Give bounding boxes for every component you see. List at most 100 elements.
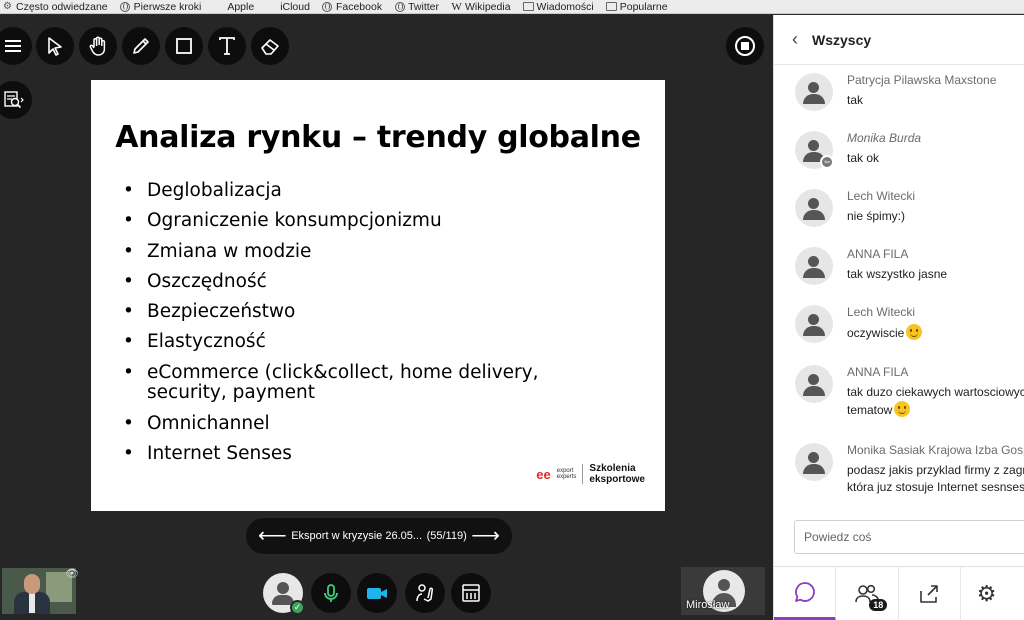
chat-bubble-icon bbox=[794, 582, 815, 602]
message-text: tak duzo ciekawych wartosciowych bbox=[847, 385, 1024, 399]
message-text: tematow bbox=[847, 403, 893, 417]
message-text-line2-row: tematow bbox=[847, 401, 1024, 419]
slide-bullet-list: Deglobalizacja Ograniczenie konsumpcjoni… bbox=[123, 180, 623, 474]
message-text-block: podasz jakis przyklad firmy z zagranicy k… bbox=[847, 462, 1024, 496]
chat-message-list[interactable]: Patrycja Pilawska Maxstone tak ⇦ Monika … bbox=[774, 67, 1024, 507]
slide-bullet: Internet Senses bbox=[123, 443, 623, 465]
shape-tool-button[interactable] bbox=[165, 27, 203, 65]
avatar bbox=[795, 305, 833, 343]
logo-divider bbox=[582, 464, 584, 484]
bookmark-czesto-odwiedzane[interactable]: ⚙ Często odwiedzane bbox=[2, 1, 108, 13]
chat-header: ‹ Wszyscy bbox=[774, 15, 1024, 65]
bookmark-wiadomosci[interactable]: Wiadomości bbox=[522, 1, 594, 13]
smiley-emoji-icon bbox=[894, 401, 911, 417]
slide-logo: ee export experts Szkolenia eksportowe bbox=[536, 463, 645, 485]
square-icon bbox=[176, 38, 192, 54]
slide-bullet: Oszczędność bbox=[123, 271, 623, 293]
share-icon bbox=[920, 585, 938, 603]
stop-icon bbox=[735, 36, 755, 56]
bookmark-label: Często odwiedzane bbox=[16, 0, 108, 13]
folder-icon bbox=[522, 1, 534, 12]
message-text: podasz jakis przyklad firmy z zagranicy bbox=[847, 463, 1024, 477]
pen-tool-button[interactable] bbox=[122, 27, 160, 65]
slide-bullet: Bezpieczeństwo bbox=[123, 302, 623, 323]
share-content-button[interactable] bbox=[451, 573, 491, 613]
message-text: która juz stosuje Internet sesnses? bbox=[847, 480, 1024, 494]
message-author: Monika Sasiak Krajowa Izba Gospodarcza bbox=[847, 443, 1024, 457]
attendee-count-badge: 18 bbox=[869, 599, 888, 611]
avatar bbox=[277, 582, 289, 594]
chat-panel: ‹ Wszyscy Patrycja Pilawska Maxstone tak… bbox=[773, 15, 1024, 620]
eraser-tool-button[interactable] bbox=[251, 27, 289, 65]
globe-icon bbox=[394, 1, 405, 12]
bookmark-label: Popularne bbox=[619, 0, 668, 13]
wikipedia-icon: W bbox=[451, 0, 462, 13]
bookmark-popularne[interactable]: Popularne bbox=[605, 0, 668, 13]
bookmark-pierwsze-kroki[interactable]: Pierwsze kroki bbox=[120, 1, 201, 13]
smiley-emoji-icon bbox=[906, 324, 923, 340]
tab-share-content[interactable] bbox=[899, 567, 961, 620]
camera-icon bbox=[367, 588, 387, 599]
avatar bbox=[795, 443, 833, 481]
chat-input-placeholder: Powiedz coś bbox=[804, 530, 872, 544]
logo-brand: eksportowe bbox=[589, 474, 645, 485]
participant-video-tile[interactable]: Mirosław bbox=[681, 567, 765, 615]
bookmark-facebook[interactable]: Facebook bbox=[322, 1, 382, 13]
previous-slide-button[interactable]: ⟵ bbox=[258, 526, 287, 546]
slide-bullet: Zmiana w modzie bbox=[123, 241, 623, 263]
bookmark-icloud[interactable]: iCloud bbox=[266, 1, 310, 13]
camera-button[interactable] bbox=[357, 573, 397, 613]
logo-brand: Szkolenia bbox=[589, 463, 636, 474]
pencil-icon bbox=[133, 38, 149, 54]
message-author: Lech Witecki bbox=[847, 305, 916, 319]
message-text: nie śpimy:) bbox=[847, 209, 906, 223]
pan-tool-button[interactable] bbox=[79, 27, 117, 65]
slide-bullet: eCommerce (click&collect, home delivery,… bbox=[123, 362, 623, 404]
cursor-arrow-icon bbox=[48, 37, 62, 56]
search-document-button[interactable] bbox=[0, 81, 32, 119]
bookmark-label: Twitter bbox=[408, 0, 440, 13]
gear-icon: ⚙ bbox=[3, 1, 12, 12]
bookmark-label: Wikipedia bbox=[465, 0, 511, 13]
tab-chat[interactable] bbox=[774, 567, 837, 620]
my-status-button[interactable]: ✓ bbox=[263, 573, 305, 615]
avatar bbox=[795, 189, 833, 227]
message-author: Lech Witecki bbox=[847, 189, 916, 203]
apple-icon bbox=[266, 1, 277, 12]
message-text: oczywiscie bbox=[847, 326, 905, 340]
tab-attendees[interactable]: 18 bbox=[836, 567, 899, 620]
message-author: ANNA FILA bbox=[847, 247, 909, 261]
slide-title: Analiza rynku – trendy globalne bbox=[115, 120, 641, 155]
microphone-button[interactable] bbox=[311, 573, 351, 613]
logo-line: experts bbox=[556, 474, 577, 480]
tab-settings[interactable]: ⚙ bbox=[961, 567, 1024, 620]
slide-bullet: Ograniczenie konsumpcjonizmu bbox=[123, 211, 623, 232]
collaborate-panel-tabs: 18 ⚙ bbox=[774, 566, 1024, 620]
chevron-left-icon[interactable]: ‹ bbox=[792, 29, 798, 50]
globe-icon bbox=[120, 1, 131, 12]
bookmark-apple[interactable]: Apple bbox=[213, 1, 254, 13]
text-tool-button[interactable] bbox=[208, 27, 246, 65]
slide-bullet: Deglobalizacja bbox=[123, 180, 623, 202]
eye-icon[interactable]: 👁 bbox=[65, 567, 79, 580]
message-author: Monika Burda bbox=[847, 131, 922, 145]
bookmark-label: Facebook bbox=[335, 0, 383, 13]
message-text-block: tak duzo ciekawych wartosciowych tematow bbox=[847, 384, 1024, 419]
participant-name: Mirosław bbox=[686, 599, 730, 611]
apple-icon bbox=[213, 1, 224, 12]
stop-sharing-button[interactable] bbox=[726, 27, 764, 65]
chat-message-input[interactable]: Powiedz coś bbox=[794, 520, 1024, 554]
gear-icon: ⚙ bbox=[976, 581, 997, 606]
message-author: Patrycja Pilawska Maxstone bbox=[847, 73, 997, 87]
bookmark-wikipedia[interactable]: W Wikipedia bbox=[451, 0, 511, 13]
chat-title: Wszyscy bbox=[812, 31, 872, 48]
pointer-tool-button[interactable] bbox=[36, 27, 74, 65]
bookmark-twitter[interactable]: Twitter bbox=[394, 1, 439, 13]
next-slide-button[interactable]: ⟶ bbox=[471, 526, 500, 546]
menu-button[interactable] bbox=[0, 27, 32, 65]
message-author: ANNA FILA bbox=[847, 365, 909, 379]
raise-hand-button[interactable] bbox=[405, 573, 445, 613]
document-search-icon bbox=[4, 91, 24, 109]
message-text-row: oczywiscie bbox=[847, 324, 923, 342]
slide-bullet: Elastyczność bbox=[123, 332, 623, 353]
